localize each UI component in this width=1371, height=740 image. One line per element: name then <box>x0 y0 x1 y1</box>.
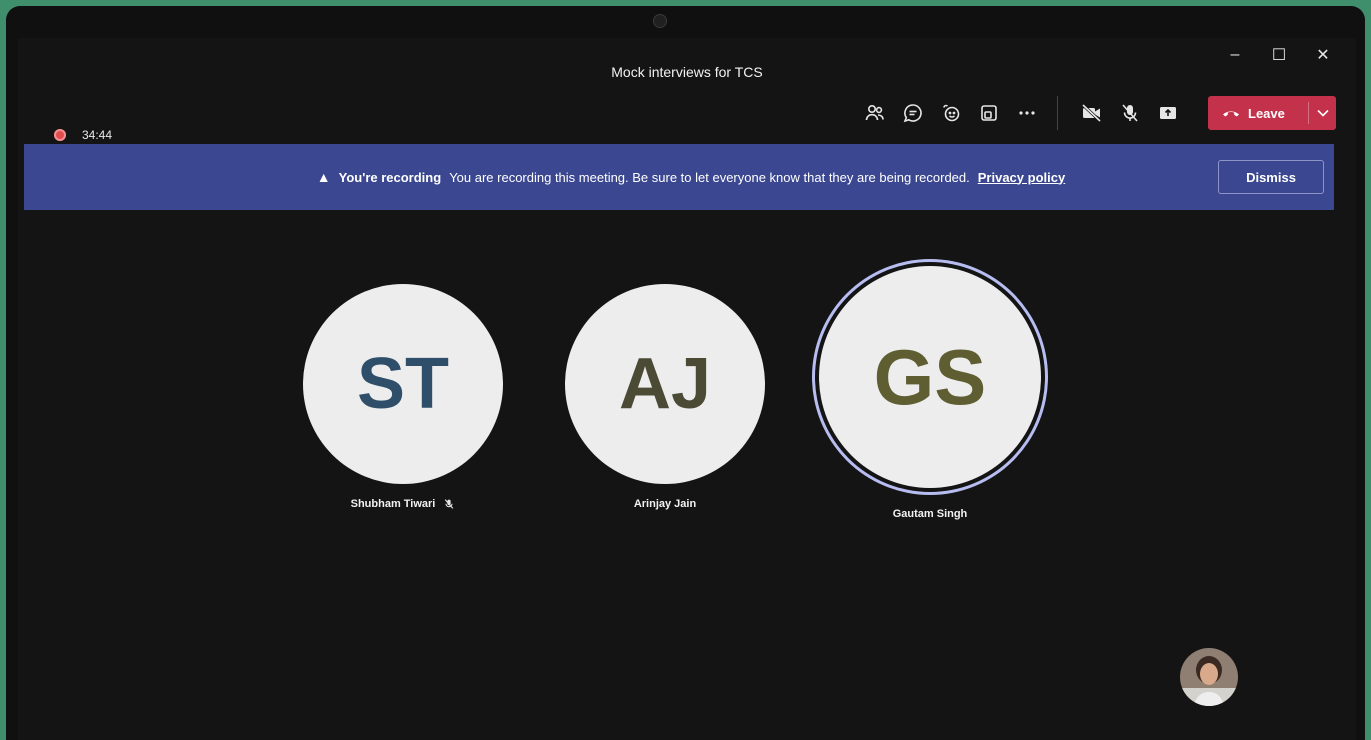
participant-name-row: Shubham Tiwari <box>300 498 506 510</box>
people-icon <box>865 104 884 121</box>
participant-name: Shubham Tiwari <box>350 498 436 510</box>
self-video-image <box>1180 648 1238 706</box>
maximize-button[interactable]: ☐ <box>1266 42 1292 68</box>
webcam <box>653 14 667 28</box>
chevron-down-icon <box>1316 109 1329 117</box>
mic-off-icon <box>1122 104 1138 122</box>
recording-timer: 34:44 <box>54 128 112 142</box>
leave-dropdown[interactable] <box>1309 109 1336 117</box>
warning-icon: ▲ <box>316 169 331 185</box>
participant-tile[interactable]: GS Gautam Singh <box>812 266 1048 520</box>
participant-name-row: Gautam Singh <box>812 508 1048 520</box>
minimize-button[interactable]: – <box>1222 42 1248 68</box>
camera-off-icon <box>1081 103 1102 123</box>
hang-up-icon <box>1223 111 1239 117</box>
leave-label: Leave <box>1248 105 1285 121</box>
close-button[interactable]: ✕ <box>1310 42 1336 68</box>
leave-main[interactable]: Leave <box>1208 106 1308 121</box>
share-button[interactable] <box>1150 96 1186 130</box>
participant-name-row: Arinjay Jain <box>562 498 768 510</box>
banner-title: You're recording <box>338 169 442 185</box>
camera-button[interactable] <box>1074 96 1110 130</box>
participant-avatar: ST <box>303 284 503 484</box>
participant-tile[interactable]: AJ Arinjay Jain <box>562 284 768 510</box>
more-icon <box>1019 111 1035 115</box>
chat-icon <box>903 104 922 123</box>
mic-off-icon <box>445 499 454 509</box>
people-button[interactable] <box>857 96 893 130</box>
avatar-initials: GS <box>873 332 987 421</box>
dismiss-button[interactable]: Dismiss <box>1218 160 1324 194</box>
rooms-icon <box>981 105 997 121</box>
more-button[interactable] <box>1009 96 1045 130</box>
teams-meeting-window: Mock interviews for TCS – ☐ ✕ 34:44 Leav… <box>18 38 1356 740</box>
participant-name: Gautam Singh <box>892 508 968 520</box>
laptop-frame: Mock interviews for TCS – ☐ ✕ 34:44 Leav… <box>6 6 1365 740</box>
toolbar-separator <box>1057 96 1058 130</box>
avatar-initials: AJ <box>618 344 712 424</box>
meeting-toolbar: Leave <box>855 96 1336 130</box>
chat-button[interactable] <box>895 96 931 130</box>
participant-name: Arinjay Jain <box>633 498 697 510</box>
privacy-policy-link[interactable]: Privacy policy <box>978 170 1065 185</box>
window-title: Mock interviews for TCS <box>611 64 763 80</box>
reactions-button[interactable] <box>933 96 969 130</box>
mic-button[interactable] <box>1112 96 1148 130</box>
avatar-initials: ST <box>356 344 449 424</box>
participant-avatar-speaking: GS <box>819 266 1041 488</box>
banner-text: You are recording this meeting. Be sure … <box>449 169 970 185</box>
reactions-icon <box>943 104 960 122</box>
rooms-button[interactable] <box>971 96 1007 130</box>
participant-avatar: AJ <box>565 284 765 484</box>
timer-text: 34:44 <box>82 128 113 142</box>
recording-banner: ▲ You're recording You are recording thi… <box>24 144 1334 210</box>
share-icon <box>1160 107 1176 119</box>
recording-icon <box>54 129 66 141</box>
participant-tile[interactable]: ST Shubham Tiwari <box>300 284 506 510</box>
self-video-thumbnail[interactable] <box>1180 648 1238 706</box>
leave-button[interactable]: Leave <box>1208 96 1336 130</box>
banner-message: ▲ You're recording You are recording thi… <box>24 169 1218 185</box>
window-controls: – ☐ ✕ <box>1222 42 1336 68</box>
